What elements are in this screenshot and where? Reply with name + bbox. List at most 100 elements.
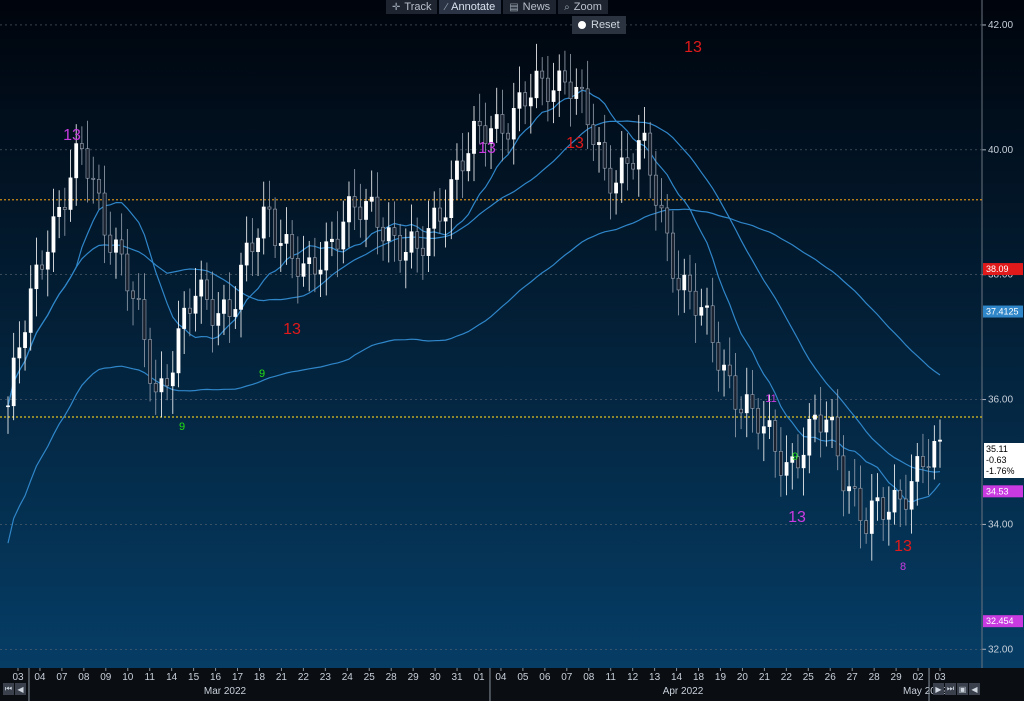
candle-body [642, 132, 647, 141]
candle-body [648, 132, 653, 176]
candle-body [545, 77, 550, 102]
annotate-button[interactable]: ∕ Annotate [439, 0, 502, 14]
reset-icon [578, 21, 586, 29]
candle-body [886, 511, 891, 520]
candle-body [261, 206, 266, 239]
x-tick-label: 28 [386, 672, 398, 683]
scroll-back-button[interactable]: ◀ [15, 683, 26, 695]
x-tick-label: 02 [912, 672, 924, 683]
candle-body [540, 70, 545, 79]
count-label: 13 [894, 538, 912, 555]
candle-body [210, 299, 215, 326]
candle-body [170, 372, 175, 387]
candle-body [568, 81, 573, 99]
chart-background [0, 0, 1024, 701]
candle-body [591, 124, 596, 145]
count-label: 9 [259, 368, 265, 380]
price-tag-label: 37.4125 [986, 307, 1019, 317]
y-tick-label: 36.00 [988, 395, 1013, 406]
candle-body [432, 207, 437, 229]
price-tag-label: 32.454 [986, 616, 1014, 626]
candle-body [494, 114, 499, 129]
candle-body [909, 481, 914, 510]
count-label: 13 [63, 127, 81, 144]
candle-body [114, 239, 118, 253]
news-label: News [522, 1, 551, 13]
count-label: 13 [566, 135, 584, 152]
candle-body [852, 486, 857, 489]
candle-body [625, 157, 630, 164]
track-button[interactable]: ✛ Track [386, 0, 438, 14]
candle-body [693, 290, 698, 316]
x-tick-label: 10 [122, 672, 134, 683]
candle-body [761, 426, 766, 434]
candle-body [813, 414, 817, 420]
reset-button[interactable]: Reset [572, 16, 626, 34]
candle-body [267, 206, 272, 210]
candle-body [142, 299, 147, 340]
candle-body [34, 264, 39, 290]
candle-body [148, 339, 152, 384]
candle-body [386, 227, 391, 242]
candle-body [921, 456, 925, 467]
candle-body [165, 378, 170, 387]
candle-body [352, 196, 357, 208]
x-tick-label: 12 [627, 672, 639, 683]
candle-body [45, 251, 50, 270]
candle-body [517, 92, 522, 109]
x-tick-label: 22 [781, 672, 793, 683]
candle-body [466, 153, 471, 172]
x-tick-label: 07 [561, 672, 573, 683]
count-label: 13 [684, 39, 702, 56]
scroll-forward-button[interactable]: ▶ [933, 683, 944, 695]
candle-body [682, 274, 687, 291]
candle-body [824, 419, 829, 433]
candle-body [57, 207, 62, 217]
price-chart[interactable]: 42.0040.0038.0036.0034.0032.0003 04 07 08 09… [0, 0, 1024, 701]
candle-body [307, 257, 312, 265]
candle-body [222, 299, 226, 314]
zoom-fit-button[interactable]: ▣ [957, 683, 968, 695]
news-button[interactable]: ▤ News [503, 0, 557, 14]
scroll-start-button[interactable]: ⏮ [3, 683, 14, 695]
candle-body [324, 241, 329, 271]
candle-body [330, 238, 334, 242]
candle-body [688, 274, 692, 292]
x-tick-label: 17 [232, 672, 244, 683]
candle-body [614, 182, 618, 194]
x-tick-label: 07 [56, 672, 68, 683]
x-tick-label: 13 [649, 672, 661, 683]
count-label: 9 [179, 421, 185, 433]
candle-body [563, 70, 567, 83]
x-tick-label: 20 [737, 672, 749, 683]
candle-body [284, 234, 289, 244]
candle-body [278, 243, 283, 246]
candle-body [733, 375, 738, 410]
candle-body [875, 497, 880, 502]
candle-body [778, 450, 783, 476]
candle-body [415, 231, 420, 249]
candle-body [341, 221, 346, 250]
candle-body [676, 277, 681, 291]
x-tick-label: 27 [847, 672, 859, 683]
candle-body [472, 120, 476, 154]
collapse-button[interactable]: ◀ [969, 683, 980, 695]
chart-toolbar: ✛ Track ∕ Annotate ▤ News ⌕ Zoom [386, 0, 608, 14]
scroll-end-button[interactable]: ⏭ [945, 683, 956, 695]
x-tick-label: 18 [254, 672, 266, 683]
x-tick-label: 24 [342, 672, 354, 683]
x-tick-label: 30 [430, 672, 442, 683]
candle-body [847, 486, 851, 492]
price-tag-label: 34.53 [986, 486, 1009, 496]
candle-body [460, 160, 465, 172]
count-label: 13 [478, 140, 496, 157]
candle-body [807, 418, 812, 456]
candle-body [244, 242, 249, 266]
candle-body [744, 394, 749, 414]
reset-label: Reset [591, 19, 620, 31]
candle-body [102, 192, 107, 236]
x-tick-label: 22 [298, 672, 310, 683]
zoom-button[interactable]: ⌕ Zoom [558, 0, 608, 14]
candle-body [375, 196, 380, 228]
last-change: -0.63 [986, 455, 1007, 465]
